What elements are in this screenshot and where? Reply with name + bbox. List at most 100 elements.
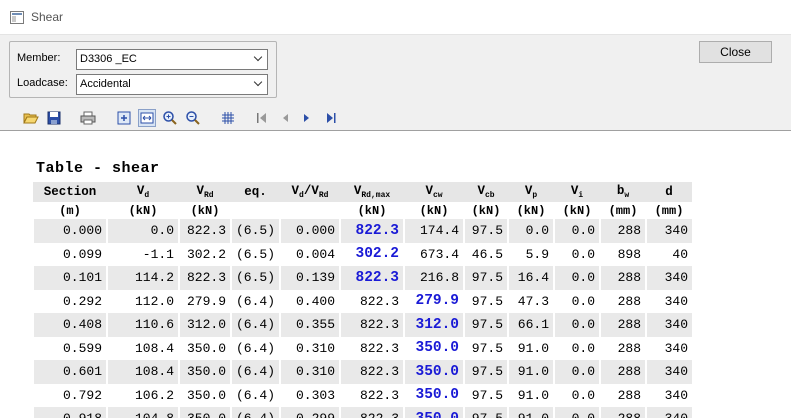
table-cell: 0.792 xyxy=(32,383,107,407)
table-cell: 279.9 xyxy=(178,289,231,313)
member-label: Member: xyxy=(17,52,61,64)
table-cell: 0.0 xyxy=(553,266,601,290)
table-cell: 110.6 xyxy=(106,313,179,337)
column-symbol: V xyxy=(477,184,485,198)
table-cell: 0.0 xyxy=(106,219,179,243)
report-title: Table - shear xyxy=(36,160,160,177)
column-symbol: V xyxy=(425,184,433,198)
table-cell: 302.2 xyxy=(339,242,405,266)
zoom-in-icon[interactable] xyxy=(161,109,179,127)
table-cell: 0.0 xyxy=(553,407,601,418)
table-cell: 97.5 xyxy=(463,383,509,407)
table-cell: 350.0 xyxy=(178,360,231,384)
loadcase-value: Accidental xyxy=(80,78,131,90)
column-header: d xyxy=(646,182,693,202)
table-cell: 340 xyxy=(645,289,693,313)
table-cell: 350.0 xyxy=(178,336,231,360)
selection-group: Member: D3306 _EC Loadcase: Accidental xyxy=(9,41,277,98)
table-cell: 66.1 xyxy=(507,313,555,337)
window-title: Shear xyxy=(31,10,64,24)
table-cell: 40 xyxy=(645,242,693,266)
table-cell: 288 xyxy=(599,289,647,313)
table-cell: 0.101 xyxy=(32,266,107,290)
member-value: D3306 _EC xyxy=(80,53,137,65)
table-cell: 340 xyxy=(645,383,693,407)
table-row[interactable]: 0.599 108.4 350.0 (6.4) 0.310 822.3 350.0 97.5 9… xyxy=(32,336,693,360)
header-row-symbols: Section Vd VRd eq. Vd/VRd VRd,max Vcw Vcb Vp Vi bw… xyxy=(33,182,693,202)
column-subscript: cb xyxy=(484,191,495,200)
table-row[interactable]: 0.408 110.6 312.0 (6.4) 0.355 822.3 312.0 97.5 6… xyxy=(32,313,693,337)
table-row[interactable]: 0.792 106.2 350.0 (6.4) 0.303 822.3 350.0 97.5 9… xyxy=(32,383,693,407)
table-cell: 5.9 xyxy=(507,242,555,266)
table-cell: 350.0 xyxy=(403,360,465,384)
table-cell: 340 xyxy=(645,219,693,243)
next-page-icon[interactable] xyxy=(298,109,316,127)
table-cell: 288 xyxy=(599,360,647,384)
print-icon[interactable] xyxy=(79,109,97,127)
table-row[interactable]: 0.918104.8350.0(6.4)0.299822.3350.097.59… xyxy=(32,407,693,418)
prev-page-icon[interactable] xyxy=(276,109,294,127)
column-symbol: V xyxy=(291,184,300,198)
table-cell: 0.099 xyxy=(32,242,107,266)
member-dropdown[interactable]: D3306 _EC xyxy=(76,49,268,70)
fit-width-icon[interactable] xyxy=(138,109,156,127)
column-subscript: Rd,max xyxy=(361,191,391,200)
table-cell: (6.4) xyxy=(229,336,281,360)
table-cell: (6.4) xyxy=(229,383,281,407)
column-unit: (kN) xyxy=(179,202,231,219)
table-row[interactable]: 0.601 108.4 350.0 (6.4) 0.310 822.3 350.0 97.5 9… xyxy=(32,360,693,384)
table-cell: (6.5) xyxy=(229,266,281,290)
table-row[interactable]: 0.101 114.2 822.3 (6.5) 0.139 822.3 216.8 97.5 1… xyxy=(32,266,693,290)
first-page-icon[interactable] xyxy=(253,109,271,127)
column-unit: (kN) xyxy=(464,202,509,219)
open-icon[interactable] xyxy=(22,109,40,127)
table-cell: 16.4 xyxy=(507,266,555,290)
table-cell: 340 xyxy=(645,266,693,290)
column-header: Section xyxy=(33,182,107,202)
column-header: eq. xyxy=(231,182,281,202)
grid-icon[interactable] xyxy=(219,109,237,127)
column-symbol: Section xyxy=(43,185,97,199)
save-icon[interactable] xyxy=(45,109,63,127)
table-cell: 350.0 xyxy=(403,407,465,418)
table-row[interactable]: 0.000 0.0 822.3 (6.5) 0.000 822.3 174.4 97.5 0.0… xyxy=(32,219,693,243)
table-cell: 340 xyxy=(645,313,693,337)
table-cell: -1.1 xyxy=(106,242,179,266)
column-symbol: eq. xyxy=(244,185,267,199)
column-header: VRd xyxy=(179,182,231,202)
last-page-icon[interactable] xyxy=(322,109,340,127)
column-unit: (kN) xyxy=(107,202,179,219)
table-cell: 0.299 xyxy=(279,407,341,418)
column-header: Vd/VRd xyxy=(280,182,341,202)
table-cell: 91.0 xyxy=(507,360,555,384)
column-unit: (mm) xyxy=(600,202,647,219)
table-cell: 0.0 xyxy=(553,383,601,407)
table-cell: 822.3 xyxy=(339,336,405,360)
column-symbol: V xyxy=(196,184,204,198)
table-cell: 0.0 xyxy=(507,219,555,243)
table-cell: 350.0 xyxy=(178,383,231,407)
table-cell: 0.303 xyxy=(279,383,341,407)
report-view[interactable]: Table - shear Section Vd VRd eq. Vd/VRd VRd,m… xyxy=(0,132,791,418)
table-cell: 0.601 xyxy=(32,360,107,384)
loadcase-dropdown[interactable]: Accidental xyxy=(76,74,268,95)
table-cell: 0.000 xyxy=(32,219,107,243)
table-cell: 0.355 xyxy=(279,313,341,337)
table-cell: 0.310 xyxy=(279,336,341,360)
table-row[interactable]: 0.292 112.0 279.9 (6.4) 0.400 822.3 279.9 97.5 4… xyxy=(32,289,693,313)
fit-page-icon[interactable] xyxy=(115,109,133,127)
table-cell: (6.4) xyxy=(229,407,281,418)
table-cell: 822.3 xyxy=(178,266,231,290)
table-cell: 0.918 xyxy=(32,407,107,418)
column-unit: (kN) xyxy=(554,202,601,219)
table-row[interactable]: 0.099 -1.1 302.2 (6.5) 0.004 302.2 673.4 46.5 5.… xyxy=(32,242,693,266)
column-subscript: i xyxy=(578,191,584,200)
zoom-out-icon[interactable] xyxy=(184,109,202,127)
table-cell: 0.310 xyxy=(279,360,341,384)
column-unit: (mm) xyxy=(646,202,693,219)
table-cell: 97.5 xyxy=(463,289,509,313)
table-cell: 288 xyxy=(599,266,647,290)
column-subscript: Rd xyxy=(318,191,329,200)
table-cell: 0.400 xyxy=(279,289,341,313)
close-button[interactable]: Close xyxy=(699,41,772,63)
